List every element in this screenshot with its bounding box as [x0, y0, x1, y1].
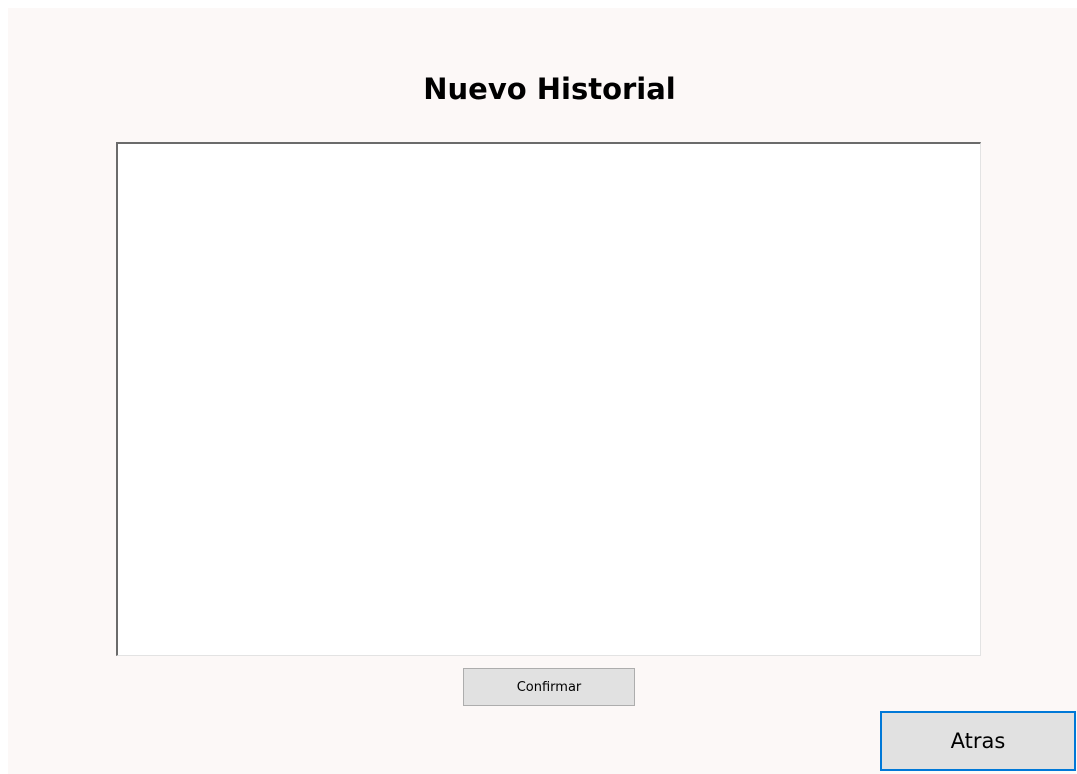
confirm-button-label: Confirmar [516, 679, 582, 695]
back-button-label: Atras [950, 729, 1006, 753]
page-title: Nuevo Historial [423, 72, 676, 106]
confirm-button[interactable]: Confirmar [463, 668, 635, 706]
history-textarea[interactable] [116, 142, 981, 656]
back-button[interactable]: Atras [880, 711, 1076, 771]
